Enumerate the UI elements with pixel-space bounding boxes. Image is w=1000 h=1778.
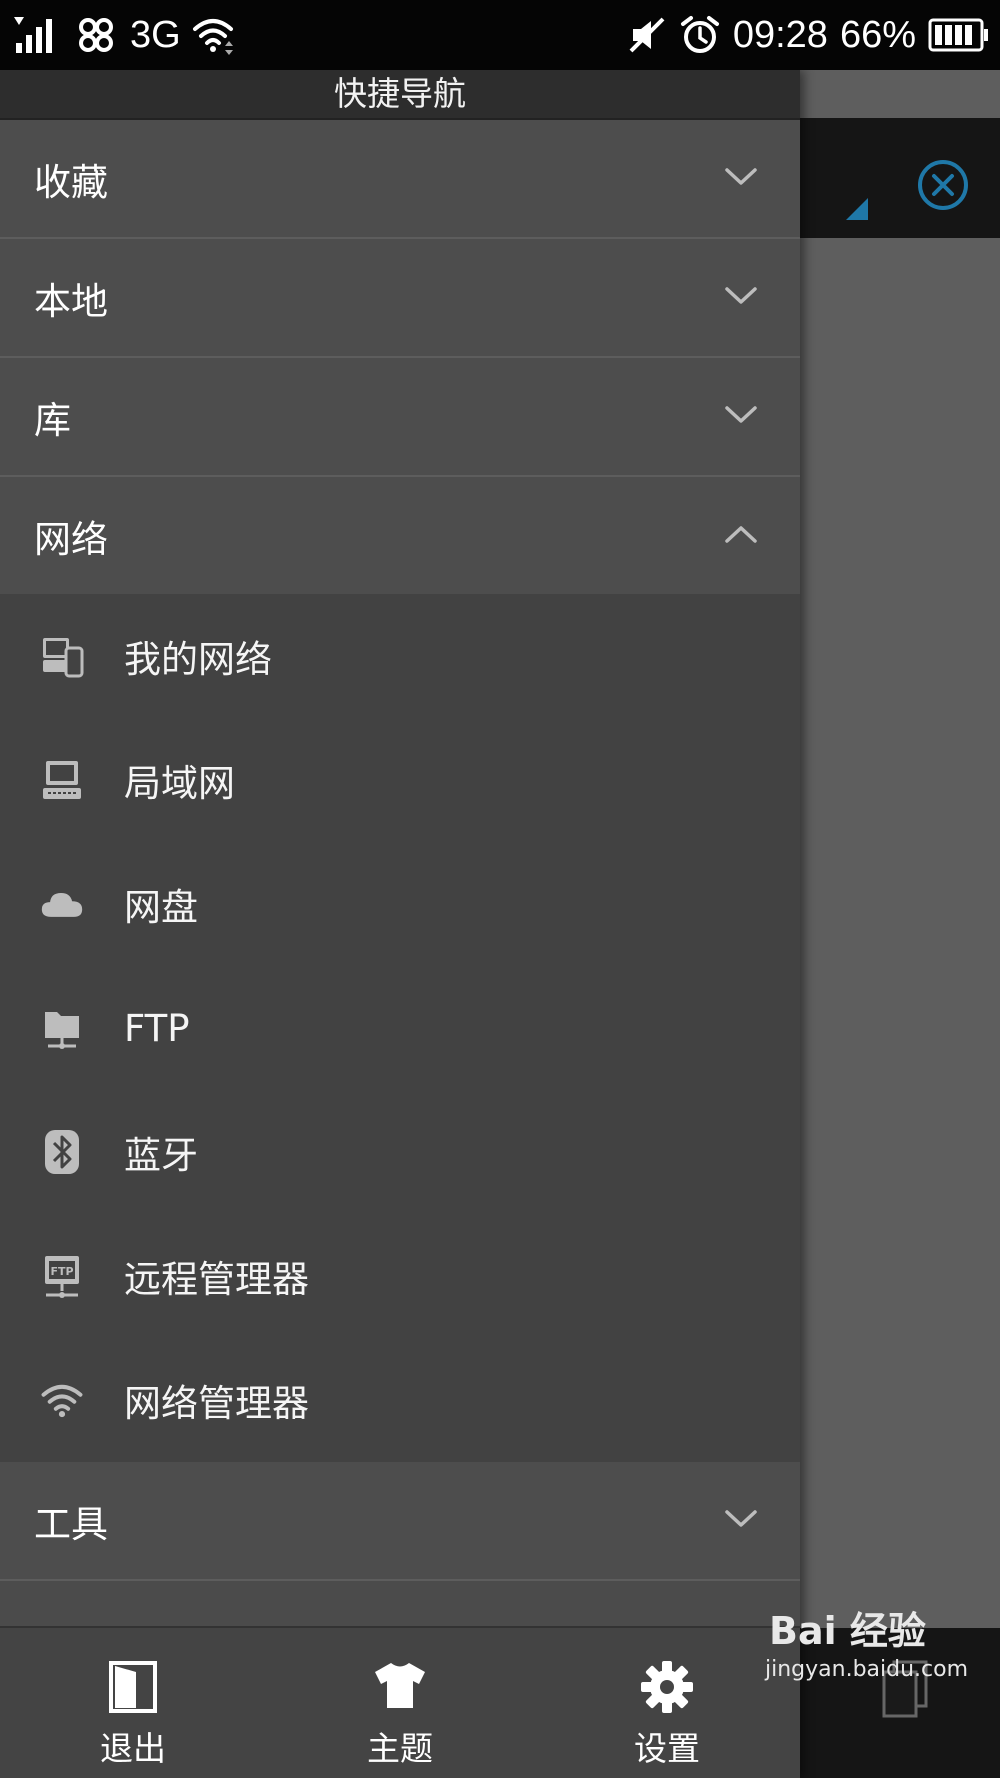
section-label: 库	[34, 398, 71, 442]
ftp-folder-icon	[40, 1006, 84, 1050]
network-item-label: 远程管理器	[124, 1258, 309, 1301]
chevron-up-icon	[724, 524, 758, 548]
devices-icon	[40, 634, 84, 678]
network-item-ftp[interactable]: FTP	[0, 966, 800, 1090]
section-local[interactable]: 本地	[0, 239, 800, 358]
network-item-my-network[interactable]: 我的网络	[0, 594, 800, 718]
remote-ftp-icon: FTP	[40, 1254, 84, 1298]
network-items-list: 我的网络 局域网 网盘 FTP 蓝牙 FTP 远程管理器 网络管理器	[0, 594, 800, 1462]
network-item-label: 局域网	[124, 762, 235, 805]
clock-label: 09:28	[732, 13, 828, 56]
network-item-lan[interactable]: 局域网	[0, 718, 800, 842]
section-label: 收藏	[34, 160, 108, 204]
network-item-label: 网盘	[124, 886, 198, 929]
background-toolbar	[800, 118, 1000, 238]
exit-button[interactable]: 退出	[33, 1628, 233, 1778]
tshirt-icon	[300, 1660, 500, 1716]
status-bar-right: 09:28 66%	[627, 0, 990, 70]
baidu-watermark: Bai 经验 jingyan.baidu.com	[765, 1600, 968, 1682]
network-item-label: 网络管理器	[124, 1382, 309, 1425]
cloud-icon	[40, 882, 84, 926]
section-favorites[interactable]: 收藏	[0, 120, 800, 239]
carrier-logo-icon	[72, 15, 120, 55]
computer-icon	[40, 758, 84, 802]
network-item-network-manager[interactable]: 网络管理器	[0, 1338, 800, 1462]
bluetooth-icon	[40, 1130, 84, 1174]
gear-icon	[567, 1660, 767, 1716]
theme-label: 主题	[367, 1729, 433, 1768]
network-item-label: 我的网络	[124, 638, 272, 681]
navigation-drawer: 快捷导航 收藏 本地 库 网络 我的网络 局域网 网盘 FTP 蓝牙 FTP 远…	[0, 70, 800, 1778]
drawer-title: 快捷导航	[0, 70, 800, 120]
network-item-label: FTP	[124, 1006, 190, 1050]
battery-icon	[928, 17, 990, 53]
watermark-brand-text: Bai 经验	[769, 1609, 926, 1653]
section-label: 网络	[34, 517, 108, 561]
section-tools[interactable]: 工具	[0, 1462, 800, 1581]
alarm-icon	[679, 14, 721, 56]
section-library[interactable]: 库	[0, 358, 800, 477]
dropdown-corner-indicator	[846, 198, 868, 220]
network-item-remote-manager[interactable]: FTP 远程管理器	[0, 1214, 800, 1338]
clear-icon[interactable]	[916, 158, 970, 216]
chevron-down-icon	[724, 286, 758, 310]
drawer-bottom-bar: 退出 主题 设置	[0, 1626, 800, 1778]
watermark-brand: Bai 经验	[765, 1600, 968, 1655]
chevron-down-icon	[724, 405, 758, 429]
chevron-down-icon	[724, 1509, 758, 1533]
theme-button[interactable]: 主题	[300, 1628, 500, 1778]
status-bar: 3G 09:28 66%	[0, 0, 1000, 70]
settings-button[interactable]: 设置	[567, 1628, 767, 1778]
mute-icon	[627, 15, 667, 55]
exit-door-icon	[33, 1660, 233, 1716]
section-network[interactable]: 网络	[0, 477, 800, 594]
section-label: 工具	[34, 1502, 108, 1546]
status-bar-left: 3G	[14, 0, 237, 70]
exit-label: 退出	[100, 1729, 166, 1768]
watermark-url: jingyan.baidu.com	[765, 1657, 969, 1682]
signal-strength-icon	[14, 15, 62, 55]
svg-text:FTP: FTP	[50, 1265, 73, 1278]
wifi-status-icon	[191, 15, 237, 55]
section-label: 本地	[34, 279, 108, 323]
network-type-label: 3G	[130, 13, 181, 56]
network-item-bluetooth[interactable]: 蓝牙	[0, 1090, 800, 1214]
settings-label: 设置	[634, 1729, 700, 1768]
battery-percent-label: 66%	[839, 13, 916, 56]
network-item-label: 蓝牙	[124, 1134, 198, 1177]
network-item-cloud-drive[interactable]: 网盘	[0, 842, 800, 966]
chevron-down-icon	[724, 167, 758, 191]
wifi-icon	[40, 1378, 84, 1422]
